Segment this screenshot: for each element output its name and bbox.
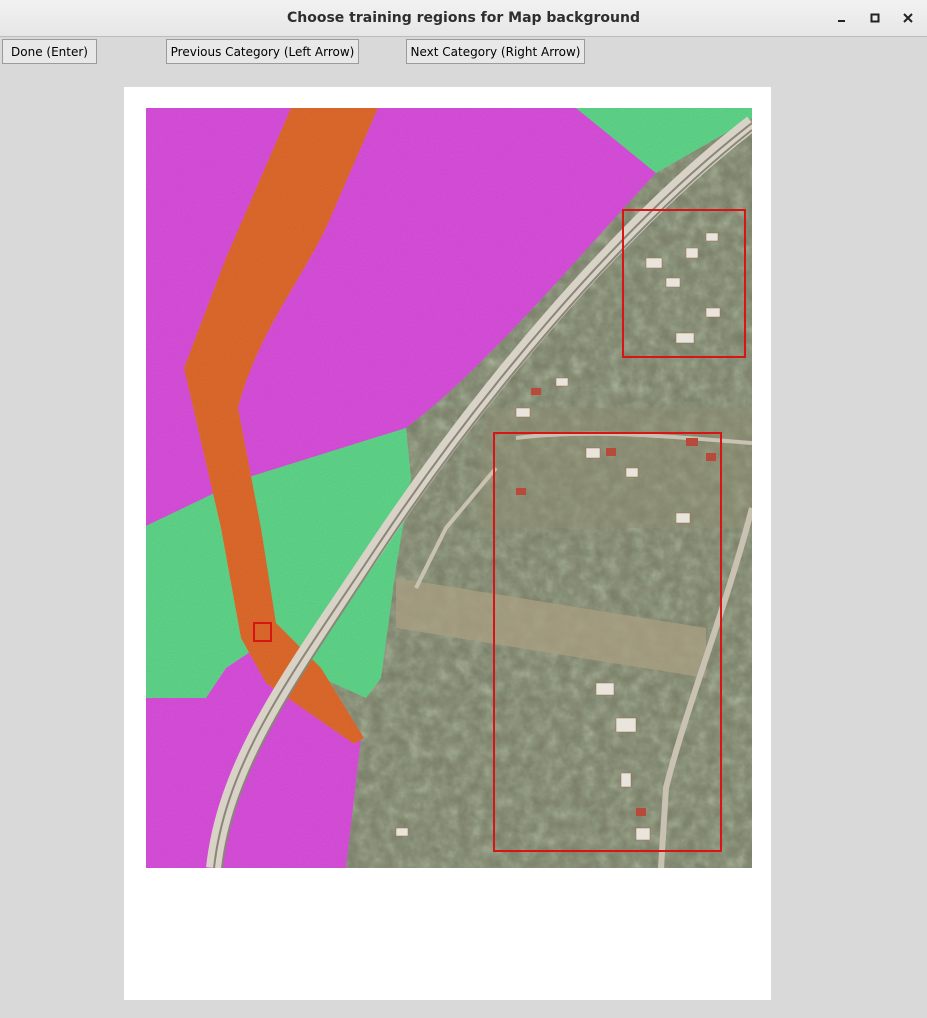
close-icon[interactable]: [898, 8, 918, 28]
training-region-selection[interactable]: [622, 209, 746, 358]
title-bar: Choose training regions for Map backgrou…: [0, 0, 927, 37]
previous-category-button[interactable]: Previous Category (Left Arrow): [166, 39, 359, 64]
window-title: Choose training regions for Map backgrou…: [286, 10, 640, 26]
training-region-selection[interactable]: [253, 622, 272, 642]
training-region-selection[interactable]: [493, 432, 722, 852]
aerial-map[interactable]: [146, 108, 752, 868]
next-category-button[interactable]: Next Category (Right Arrow): [406, 39, 585, 64]
minimize-icon[interactable]: [832, 8, 852, 28]
maximize-icon[interactable]: [865, 8, 885, 28]
done-button[interactable]: Done (Enter): [2, 39, 97, 64]
